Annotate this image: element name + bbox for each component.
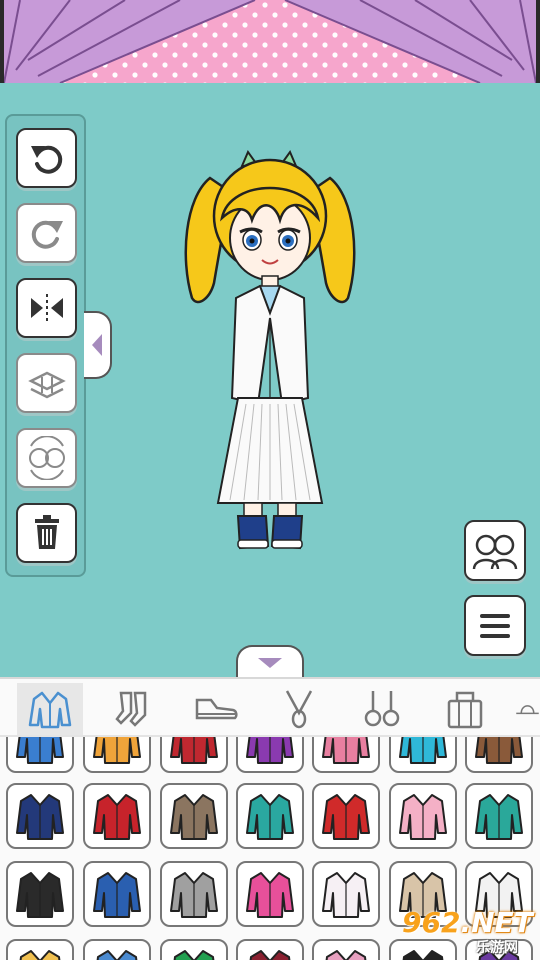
jacket-icon: [28, 691, 72, 729]
site-watermark: 962.NET 乐游网: [402, 906, 536, 958]
category-hats[interactable]: [515, 683, 540, 735]
trash-icon: [34, 515, 59, 549]
collapse-toolbar-tab[interactable]: [84, 311, 112, 379]
clothing-item-blue-jacket[interactable]: [6, 737, 74, 773]
layer-swap-button[interactable]: [16, 353, 77, 413]
category-earrings[interactable]: [349, 683, 415, 735]
clothing-thumbnail: [16, 872, 64, 918]
socks-icon: [115, 691, 147, 727]
watermark-logo: 962.NET: [402, 906, 533, 939]
clothing-thumbnail: [93, 737, 141, 764]
menu-icon: [480, 613, 510, 638]
clothing-thumbnail: [322, 794, 370, 840]
clothing-thumbnail: [399, 794, 447, 840]
clothing-item-purple-cardigan[interactable]: [236, 737, 304, 773]
clothing-item-pink-top[interactable]: [312, 939, 380, 960]
clothing-item-blue-cardigan[interactable]: [83, 861, 151, 927]
clothing-thumbnail: [249, 950, 291, 960]
chevron-left-icon: [92, 334, 102, 356]
clothing-item-brown-coat[interactable]: [465, 737, 533, 773]
clothing-item-red-black-coat[interactable]: [312, 783, 380, 849]
category-necklace[interactable]: [266, 683, 332, 735]
clothing-item-pastel-hoodie[interactable]: [312, 861, 380, 927]
clothing-thumbnail: [170, 737, 218, 764]
clothing-item-teal-varsity[interactable]: [465, 783, 533, 849]
necklace-icon: [285, 690, 313, 729]
clothing-item-grey-cardigan[interactable]: [160, 861, 228, 927]
clothing-thumbnail: [173, 950, 215, 960]
clothing-thumbnail: [399, 737, 447, 764]
swap-character-icon: [28, 436, 65, 480]
category-bar: [0, 677, 540, 737]
chevron-down-icon: [258, 658, 282, 668]
clothing-item-plaid-coat[interactable]: [160, 783, 228, 849]
clothing-thumbnail: [170, 872, 218, 918]
earrings-icon: [364, 691, 400, 727]
category-bags[interactable]: [432, 683, 498, 735]
clothing-thumbnail: [19, 950, 61, 960]
clothing-item-orange-coat[interactable]: [83, 737, 151, 773]
clothing-thumbnail: [475, 794, 523, 840]
clothing-item-green-top[interactable]: [160, 939, 228, 960]
flip-button[interactable]: [16, 278, 77, 338]
clothing-thumbnail: [16, 737, 64, 764]
clothing-item-teal-raincoat[interactable]: [389, 737, 457, 773]
clothing-thumbnail: [93, 794, 141, 840]
clothing-thumbnail: [96, 950, 138, 960]
clothing-thumbnail: [246, 794, 294, 840]
clothing-item-teal-coat[interactable]: [236, 783, 304, 849]
characters-icon: [472, 534, 518, 569]
bag-icon: [447, 691, 483, 729]
swap-character-button[interactable]: [16, 428, 77, 488]
clothing-item-red-coat[interactable]: [160, 737, 228, 773]
clothing-thumbnail: [16, 794, 64, 840]
redo-icon: [31, 220, 63, 249]
category-jacket[interactable]: [17, 683, 83, 735]
clothing-thumbnail: [322, 737, 370, 764]
clothing-item-pink-bomber[interactable]: [389, 783, 457, 849]
clothing-item-navy-sweater[interactable]: [6, 783, 74, 849]
undo-icon: [30, 145, 62, 174]
clothing-item-red-blazer[interactable]: [83, 783, 151, 849]
clothing-thumbnail: [325, 950, 367, 960]
category-shoes[interactable]: [183, 683, 249, 735]
clothing-item-pink-sweater[interactable]: [236, 861, 304, 927]
undo-button[interactable]: [16, 128, 77, 188]
shoe-icon: [195, 698, 238, 720]
watermark-subtitle: 乐游网: [476, 940, 518, 956]
clothing-thumbnail: [322, 872, 370, 918]
stage-curtain-banner: [0, 0, 540, 83]
hat-icon: [516, 705, 539, 715]
delete-button[interactable]: [16, 503, 77, 563]
clothing-item-blue-top[interactable]: [83, 939, 151, 960]
menu-button[interactable]: [464, 595, 526, 656]
clothing-item-pink-black-jacket[interactable]: [312, 737, 380, 773]
character-doll[interactable]: [180, 148, 360, 558]
clothing-item-yellow-top[interactable]: [6, 939, 74, 960]
flip-icon: [30, 294, 63, 322]
edit-toolbar: [5, 114, 86, 577]
characters-button[interactable]: [464, 520, 526, 581]
clothing-item-patch-jacket[interactable]: [6, 861, 74, 927]
clothing-thumbnail: [170, 794, 218, 840]
clothing-thumbnail: [246, 737, 294, 764]
clothing-item-dark-red-top[interactable]: [236, 939, 304, 960]
clothing-thumbnail: [93, 872, 141, 918]
redo-button[interactable]: [16, 203, 77, 263]
clothing-thumbnail: [246, 872, 294, 918]
clothing-thumbnail: [475, 737, 523, 764]
category-socks[interactable]: [100, 683, 166, 735]
layer-swap-icon: [27, 371, 66, 399]
collapse-panel-tab[interactable]: [236, 645, 304, 679]
